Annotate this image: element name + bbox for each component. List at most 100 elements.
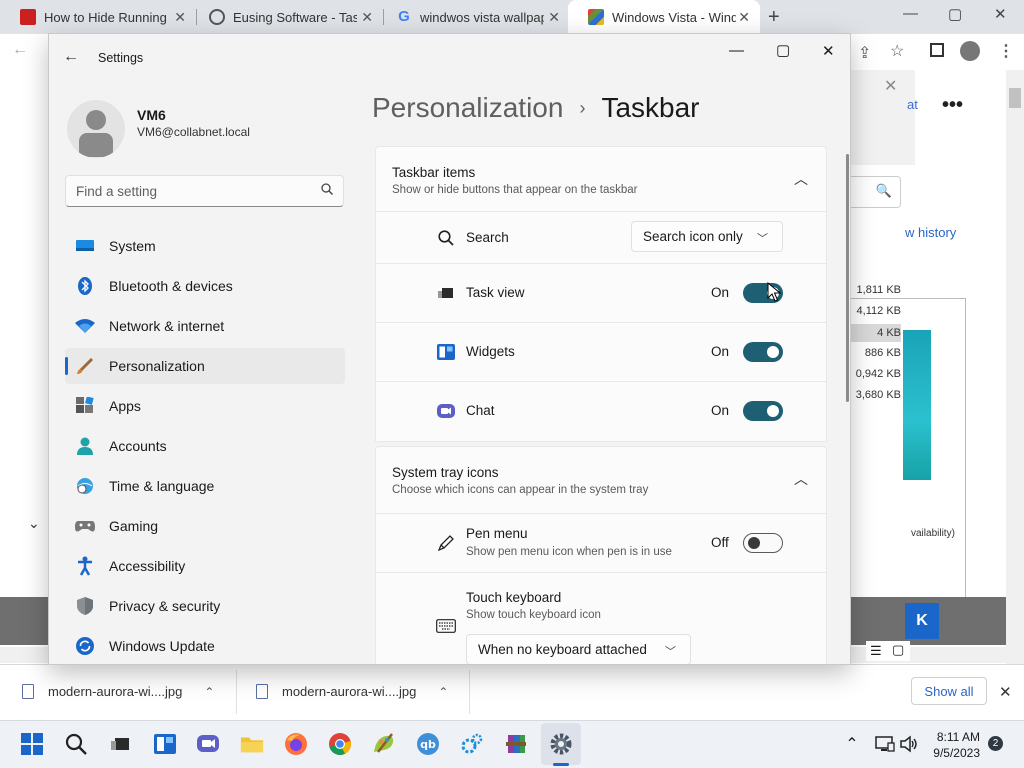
close-downloads-icon[interactable]: ✕ [999, 683, 1012, 701]
browser-minimize-button[interactable]: — [903, 5, 918, 22]
browser-tab[interactable]: Eusing Software - Taskbar ✕ [189, 0, 383, 34]
chat-icon[interactable] [196, 732, 220, 756]
chevron-up-icon[interactable]: ︿ [794, 469, 808, 489]
chevron-up-icon[interactable]: ⌃ [438, 685, 448, 699]
nav-item-apps[interactable]: Apps [65, 388, 345, 424]
find-setting-search-box[interactable] [65, 175, 344, 207]
profile-avatar-icon[interactable] [960, 41, 980, 61]
volume-icon[interactable] [897, 732, 921, 756]
tab-title: windwos vista wallpaper [420, 9, 544, 25]
details-view-icon[interactable]: ☰ [870, 643, 882, 659]
tab-title: Eusing Software - Taskbar [233, 9, 357, 25]
close-tab-icon[interactable]: ✕ [548, 9, 560, 26]
start-icon[interactable] [20, 732, 44, 756]
setting-row-task-view: Task view On [375, 264, 827, 323]
settings-scrollbar[interactable] [846, 154, 849, 402]
close-tab-icon[interactable]: ✕ [738, 9, 750, 26]
ok-button[interactable]: K [905, 603, 939, 639]
nav-label: Privacy & security [109, 598, 221, 614]
nav-item-gaming[interactable]: Gaming [65, 508, 345, 544]
breadcrumb-parent[interactable]: Personalization [372, 92, 563, 124]
avatar[interactable] [67, 100, 125, 158]
scrollbar-thumb[interactable] [1009, 88, 1021, 108]
nav-item-accounts[interactable]: Accounts [65, 428, 345, 464]
nav-item-windows-update[interactable]: Windows Update [65, 628, 345, 664]
winrar-icon[interactable] [504, 732, 528, 756]
person-icon [75, 436, 95, 456]
nav-label: Time & language [109, 478, 215, 494]
notification-badge[interactable]: 2 [988, 736, 1003, 751]
chrome-icon[interactable] [328, 732, 352, 756]
sidebar-icon[interactable] [930, 43, 944, 57]
show-all-downloads-button[interactable]: Show all [911, 677, 987, 705]
chevron-up-icon[interactable]: ︿ [794, 169, 808, 189]
qbittorrent-icon[interactable]: qb [416, 732, 440, 756]
widgets-toggle[interactable] [743, 342, 783, 362]
close-tab-icon[interactable]: ✕ [174, 9, 186, 26]
file-size: 4,112 KB [856, 305, 901, 317]
pen-menu-toggle[interactable] [743, 533, 783, 553]
browser-tab[interactable]: G windwos vista wallpaper ✕ [376, 0, 570, 34]
vertical-scrollbar[interactable] [1006, 70, 1024, 664]
show-hidden-icons-chevron-icon[interactable]: ⌃ [840, 732, 864, 756]
setting-row-widgets: Widgets On [375, 323, 827, 382]
system-tray-icons-header[interactable]: System tray icons Choose which icons can… [375, 446, 827, 514]
nav-item-bluetooth-devices[interactable]: Bluetooth & devices [65, 268, 345, 304]
search-icon[interactable] [64, 732, 88, 756]
nav-item-privacy-security[interactable]: Privacy & security [65, 588, 345, 624]
browser-tab[interactable]: How to Hide Running App ✕ [0, 0, 196, 34]
brush-icon [75, 356, 95, 376]
touch-keyboard-dropdown[interactable]: When no keyboard attached ﹀ [466, 634, 691, 664]
download-item[interactable]: modern-aurora-wi....jpg ⌃ [256, 684, 448, 699]
browser-menu-icon[interactable]: ⋮ [998, 41, 1014, 61]
file-explorer-icon[interactable] [240, 732, 264, 756]
tiles-view-icon[interactable]: ▢ [892, 642, 904, 658]
back-arrow-icon[interactable]: ← [12, 41, 28, 59]
background-search-box[interactable]: 🔍 [851, 176, 901, 208]
nav-item-network-internet[interactable]: Network & internet [65, 308, 345, 344]
chat-toggle[interactable] [743, 401, 783, 421]
nav-item-accessibility[interactable]: Accessibility [65, 548, 345, 584]
setting-row-pen-menu: Pen menu Show pen menu icon when pen is … [375, 514, 827, 573]
partial-link[interactable]: at [907, 97, 918, 112]
search-input[interactable] [76, 182, 306, 200]
close-icon[interactable]: ✕ [884, 76, 897, 96]
system-clock[interactable]: 8:11 AM 9/5/2023 [928, 729, 980, 761]
close-button[interactable]: ✕ [822, 42, 835, 60]
browser-maximize-button[interactable]: ▢ [948, 5, 962, 23]
page-title: Taskbar [601, 92, 700, 123]
browser-tab-active[interactable]: Windows Vista - Windows ✕ [568, 0, 760, 34]
widgets-icon[interactable] [153, 732, 177, 756]
browser-close-button[interactable]: ✕ [994, 5, 1007, 23]
nav-item-personalization[interactable]: Personalization [65, 348, 345, 384]
back-arrow-icon[interactable]: ← [63, 48, 79, 66]
taskbar-items-header[interactable]: Taskbar items Show or hide buttons that … [375, 146, 827, 212]
view-mode-buttons[interactable]: ☰ ▢ [866, 641, 910, 661]
share-icon[interactable]: ⇪ [858, 43, 871, 63]
availability-text: vailability) [911, 528, 955, 539]
chevron-down-icon[interactable]: ⌄ [28, 515, 40, 532]
bookmark-star-icon[interactable]: ☆ [890, 41, 904, 61]
task-view-icon[interactable] [108, 732, 132, 756]
nav-label: Apps [109, 398, 141, 414]
firefox-icon[interactable] [284, 732, 308, 756]
minimize-button[interactable]: — [729, 42, 744, 59]
chevron-up-icon[interactable]: ⌃ [204, 685, 214, 699]
network-settings-icon[interactable] [460, 732, 484, 756]
network-icon[interactable] [873, 732, 897, 756]
wallpaper-preview-image [903, 330, 931, 480]
settings-icon[interactable] [549, 732, 573, 756]
nav-item-system[interactable]: System [65, 228, 345, 264]
dropdown-value: Search icon only [643, 229, 743, 244]
search-icon[interactable] [321, 183, 333, 198]
nav-label: Accessibility [109, 558, 186, 574]
view-history-link[interactable]: w history [905, 225, 956, 240]
paint-icon[interactable] [372, 732, 396, 756]
more-options-icon[interactable]: ••• [942, 94, 963, 117]
download-item[interactable]: modern-aurora-wi....jpg ⌃ [22, 684, 214, 699]
new-tab-button[interactable]: + [768, 6, 780, 29]
nav-item-time-language[interactable]: Time & language [65, 468, 345, 504]
search-mode-dropdown[interactable]: Search icon only ﹀ [631, 221, 783, 252]
close-tab-icon[interactable]: ✕ [361, 9, 373, 26]
maximize-button[interactable]: ▢ [776, 41, 790, 59]
